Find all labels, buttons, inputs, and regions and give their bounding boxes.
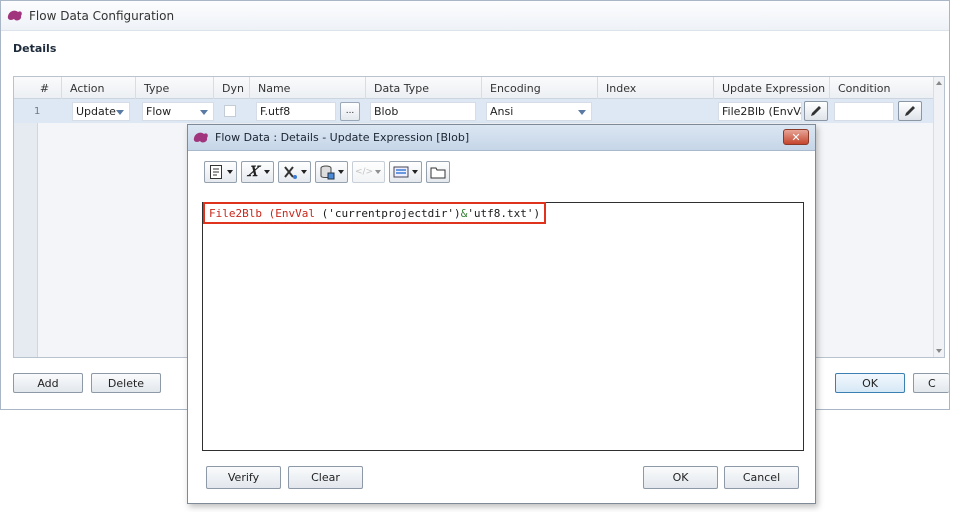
dyn-checkbox[interactable] — [224, 105, 236, 117]
section-title: Details — [13, 42, 57, 55]
chevron-down-icon — [375, 170, 381, 174]
function-dropdown[interactable] — [278, 161, 311, 183]
expression-open-paren: ( — [261, 206, 276, 220]
encoding-value: Ansi — [490, 104, 514, 118]
chevron-down-icon — [301, 170, 307, 174]
column-header-action[interactable]: Action — [62, 77, 136, 99]
column-header-data-type[interactable]: Data Type — [366, 77, 482, 99]
index-cell[interactable] — [598, 99, 714, 123]
encoding-select[interactable]: Ansi — [486, 101, 592, 121]
cancel-button-partial[interactable]: C — [913, 373, 949, 393]
column-header-update-expression[interactable]: Update Expression — [714, 77, 830, 99]
encoding-cell: Ansi — [482, 99, 598, 123]
row-header-strip — [14, 99, 38, 357]
column-header-condition[interactable]: Condition — [830, 77, 934, 99]
column-header-type[interactable]: Type — [136, 77, 214, 99]
dialog-cancel-button[interactable]: Cancel — [724, 466, 799, 489]
type-cell: Flow — [136, 99, 214, 123]
database-icon — [319, 164, 335, 180]
dyn-cell — [214, 99, 250, 123]
data-type-field[interactable]: Blob — [370, 101, 476, 121]
grid-header: # Action Type Dyn Name Data Type Encodin… — [14, 77, 934, 99]
clear-button[interactable]: Clear — [288, 466, 363, 489]
dialog-title: Flow Data : Details - Update Expression … — [215, 131, 470, 144]
condition-field[interactable] — [834, 101, 894, 121]
action-select[interactable]: Update — [72, 101, 130, 121]
window-title: Flow Data Configuration — [29, 8, 175, 23]
list-dropdown[interactable] — [389, 161, 422, 183]
window-title-bar: Flow Data Configuration — [1, 1, 949, 31]
update-expression-cell: File2Blb (EnvVal — [714, 99, 830, 123]
close-icon: ✕ — [791, 130, 801, 144]
folder-icon — [430, 164, 446, 180]
delete-button[interactable]: Delete — [91, 373, 161, 393]
action-value: Update — [76, 104, 116, 118]
column-header-dyn[interactable]: Dyn — [214, 77, 250, 99]
app-logo-icon — [193, 131, 209, 144]
condition-cell — [830, 99, 934, 123]
chevron-down-icon — [412, 170, 418, 174]
column-header-number[interactable]: # — [14, 77, 62, 99]
name-cell: F.utf8 ... — [250, 99, 366, 123]
row-number: 1 — [34, 105, 41, 117]
dialog-title-bar: Flow Data : Details - Update Expression … — [188, 125, 815, 151]
variable-x-icon: 𝑋 — [248, 164, 258, 180]
code-tags-icon: </> — [354, 167, 374, 177]
expression-env-function: EnvVal — [275, 206, 315, 220]
name-field[interactable]: F.utf8 — [256, 101, 336, 121]
database-dropdown[interactable] — [315, 161, 348, 183]
expression-toolbar: 𝑋 </> — [204, 161, 450, 185]
expression-filename: 'utf8.txt') — [467, 206, 541, 220]
update-expression-field[interactable]: File2Blb (EnvVal — [718, 101, 802, 121]
data-type-cell: Blob — [366, 99, 482, 123]
type-select[interactable]: Flow — [142, 101, 214, 121]
folder-button[interactable] — [426, 161, 450, 183]
verify-button[interactable]: Verify — [206, 466, 281, 489]
file-function-dropdown[interactable] — [204, 161, 237, 183]
type-value: Flow — [146, 104, 172, 118]
edit-condition-button[interactable] — [898, 101, 922, 121]
edit-expression-button[interactable] — [804, 101, 828, 121]
expression-argument: ('currentprojectdir') — [314, 206, 461, 220]
scroll-down-icon[interactable] — [936, 349, 942, 353]
expression-function: File2Blb — [209, 206, 262, 220]
close-button[interactable]: ✕ — [783, 129, 809, 145]
file-function-icon — [208, 164, 224, 180]
add-button[interactable]: Add — [13, 373, 83, 393]
code-tags-dropdown[interactable]: </> — [352, 161, 385, 183]
pencil-icon — [811, 106, 821, 116]
name-browse-button[interactable]: ... — [340, 101, 360, 121]
expression-editor[interactable]: File2Blb (EnvVal ('currentprojectdir') & '… — [202, 202, 804, 451]
chevron-down-icon — [200, 109, 208, 115]
chevron-down-icon — [264, 170, 270, 174]
column-header-name[interactable]: Name — [250, 77, 366, 99]
app-logo-icon — [7, 9, 23, 22]
column-header-index[interactable]: Index — [598, 77, 714, 99]
list-icon — [393, 164, 409, 180]
action-cell: Update — [62, 99, 136, 123]
variable-dropdown[interactable]: 𝑋 — [241, 161, 274, 183]
chevron-down-icon — [116, 109, 124, 115]
chevron-down-icon — [578, 109, 586, 115]
pencil-icon — [905, 106, 915, 116]
update-expression-dialog: Flow Data : Details - Update Expression … — [187, 124, 816, 504]
column-header-encoding[interactable]: Encoding — [482, 77, 598, 99]
expression-operator: & — [460, 206, 468, 220]
scroll-up-icon[interactable] — [936, 81, 942, 85]
dialog-ok-button[interactable]: OK — [643, 466, 718, 489]
function-x-icon — [282, 164, 298, 180]
highlighted-expression: File2Blb (EnvVal ('currentprojectdir') & '… — [203, 202, 547, 224]
chevron-down-icon — [338, 170, 344, 174]
grid-vertical-scrollbar[interactable] — [933, 77, 944, 357]
table-row[interactable]: 1 Update Flow F.utf8 ... Blob Ansi File2… — [14, 99, 934, 123]
ok-button[interactable]: OK — [835, 373, 905, 393]
chevron-down-icon — [227, 170, 233, 174]
